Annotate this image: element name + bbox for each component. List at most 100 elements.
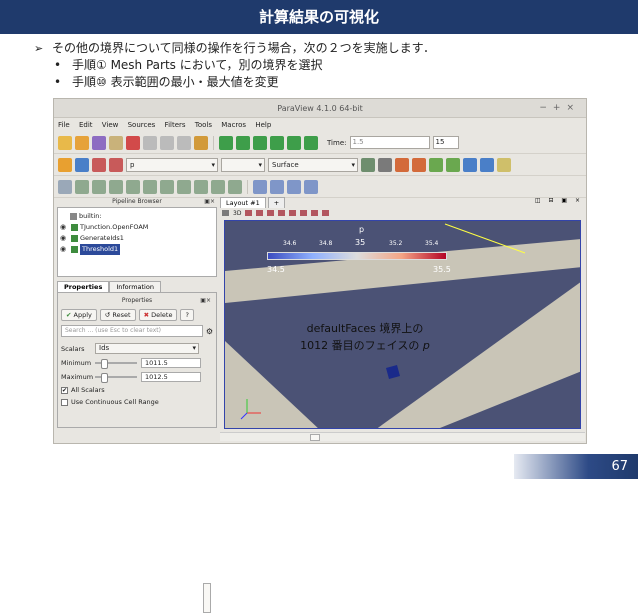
reset-button[interactable]: ↺ Reset (99, 309, 136, 321)
edit-color-map-icon[interactable] (75, 157, 89, 172)
scalars-select[interactable]: Ids (95, 343, 199, 354)
color-by-select[interactable]: p (126, 157, 218, 172)
disconnect-icon[interactable] (143, 135, 157, 150)
next-frame-icon[interactable] (270, 135, 284, 150)
polygon-select-icon[interactable] (300, 210, 308, 216)
clear-selection-icon[interactable] (322, 210, 330, 216)
view-direction-neg-z-icon[interactable] (480, 157, 494, 172)
minimum-input[interactable]: 1011.5 (141, 357, 201, 368)
menu-tools[interactable]: Tools (195, 121, 212, 129)
group-datasets-icon[interactable] (211, 179, 225, 194)
menu-edit[interactable]: Edit (79, 121, 93, 129)
close-icon[interactable]: ▣× (204, 197, 215, 207)
view-direction-x-icon[interactable] (395, 157, 409, 172)
time-step-spinbox[interactable]: 15 (432, 136, 459, 149)
view-direction-neg-y-icon[interactable] (446, 157, 460, 172)
component-select[interactable] (221, 157, 265, 172)
extract-level-icon[interactable] (228, 179, 242, 194)
slice-icon[interactable] (109, 179, 123, 194)
loop-icon[interactable] (304, 135, 318, 150)
menu-filters[interactable]: Filters (165, 121, 186, 129)
eye-icon[interactable]: ◉ (60, 244, 69, 255)
custom-range-icon[interactable] (109, 157, 123, 172)
open-icon[interactable] (58, 135, 72, 150)
select-block-icon[interactable] (311, 210, 319, 216)
eye-icon[interactable]: ◉ (60, 233, 69, 244)
menu-macros[interactable]: Macros (221, 121, 246, 129)
close-icon[interactable]: ▣× (200, 296, 211, 306)
last-frame-icon[interactable] (287, 135, 301, 150)
select-cells-on-icon[interactable] (245, 210, 253, 216)
undo-icon[interactable] (160, 135, 174, 150)
warp-vector-icon[interactable] (194, 179, 208, 194)
menu-file[interactable]: File (58, 121, 70, 129)
first-frame-icon[interactable] (219, 135, 233, 150)
menu-view[interactable]: View (102, 121, 119, 129)
play-icon[interactable] (253, 135, 267, 150)
stream-tracer-icon[interactable] (177, 179, 191, 194)
select-cells-frustum-icon[interactable] (287, 179, 301, 194)
clip-icon[interactable] (92, 179, 106, 194)
render-view[interactable]: p 34.6 34.8 35 35.2 35.4 34.5 35.5 defau… (224, 220, 581, 429)
threshold-icon[interactable] (126, 179, 140, 194)
camera-undo-icon[interactable] (194, 135, 208, 150)
contour-icon[interactable] (75, 179, 89, 194)
save-data-icon[interactable] (92, 135, 106, 150)
glyph-icon[interactable] (160, 179, 174, 194)
view-direction-z-icon[interactable] (463, 157, 477, 172)
eye-icon[interactable]: ◉ (60, 222, 69, 233)
add-layout-button[interactable]: + (267, 197, 286, 208)
previous-frame-icon[interactable] (236, 135, 250, 150)
properties-scrollbar[interactable] (203, 583, 211, 613)
color-legend-icon[interactable] (58, 157, 72, 172)
maximum-input[interactable]: 1012.5 (141, 371, 201, 382)
view-toolbar: 3D (220, 208, 585, 218)
view-direction-y-icon[interactable] (429, 157, 443, 172)
select-points-icon[interactable] (270, 179, 284, 194)
extract-subset-icon[interactable] (143, 179, 157, 194)
camera-icon[interactable] (222, 210, 229, 216)
rescale-range-icon[interactable] (92, 157, 106, 172)
select-points-on-icon[interactable] (256, 210, 264, 216)
horizontal-scrollbar[interactable] (220, 432, 585, 441)
interactive-select-icon[interactable] (289, 210, 297, 216)
open-recent-icon[interactable] (75, 135, 89, 150)
help-button[interactable]: ? (180, 309, 194, 321)
rotate-icon[interactable] (497, 157, 511, 172)
window-controls[interactable]: −+× (539, 99, 580, 118)
time-input[interactable]: 1.5 (349, 136, 430, 149)
select-cells-icon[interactable] (253, 179, 267, 194)
scroll-handle[interactable] (310, 434, 320, 441)
redo-icon[interactable] (177, 135, 191, 150)
pipeline-item-selected[interactable]: ◉ Threshold1 (60, 244, 214, 255)
select-points-through-icon[interactable] (278, 210, 286, 216)
pipeline-item[interactable]: builtin: (60, 211, 214, 222)
representation-select[interactable]: Surface (268, 157, 358, 172)
tab-layout-1[interactable]: Layout #1 (220, 197, 266, 208)
delete-button[interactable]: ✖ Delete (138, 309, 178, 321)
pipeline-item[interactable]: ◉ TJunction.OpenFOAM (60, 222, 214, 233)
calculator-icon[interactable] (58, 179, 72, 194)
menu-help[interactable]: Help (255, 121, 271, 129)
pipeline-item[interactable]: ◉ GenerateIds1 (60, 233, 214, 244)
menu-sources[interactable]: Sources (128, 121, 156, 129)
properties-search-input[interactable]: Search ... (use Esc to clear text) (61, 325, 203, 337)
view-direction-neg-x-icon[interactable] (412, 157, 426, 172)
zoom-data-icon[interactable] (378, 157, 392, 172)
view-3d-toggle[interactable]: 3D (233, 210, 241, 217)
select-cells-through-icon[interactable] (267, 210, 275, 216)
continuous-range-checkbox[interactable] (61, 398, 68, 406)
connect-icon[interactable] (126, 135, 140, 150)
minimum-slider[interactable] (95, 358, 137, 369)
maximum-slider[interactable] (95, 372, 137, 383)
advanced-gear-icon[interactable]: ⚙ (206, 327, 213, 336)
reset-camera-icon[interactable] (361, 157, 375, 172)
colorbar-tick: 34.8 (319, 240, 333, 247)
all-scalars-checkbox[interactable]: ✔ (61, 386, 68, 394)
apply-button[interactable]: ✔ Apply (61, 309, 97, 321)
layout-split-controls[interactable]: ◫ ⊟ ▣ × (535, 197, 583, 204)
select-block-icon[interactable] (304, 179, 318, 194)
save-state-icon[interactable] (109, 135, 123, 150)
tab-properties[interactable]: Properties (57, 281, 110, 292)
tab-information[interactable]: Information (109, 281, 161, 292)
